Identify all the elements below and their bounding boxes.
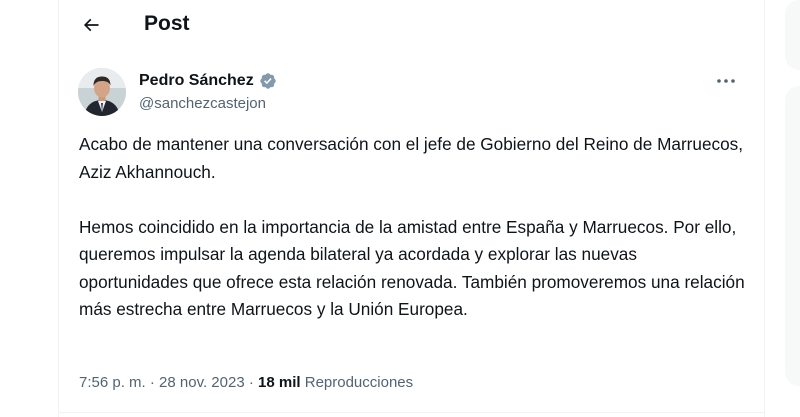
post-paragraph: Hemos coincidido en la importancia de la… xyxy=(79,216,745,320)
post-metadata: 7:56 p. m. · 28 nov. 2023 · 18 mil Repro… xyxy=(79,373,413,393)
author-name[interactable]: Pedro Sánchez xyxy=(139,71,277,91)
post-header: Post xyxy=(59,0,764,50)
post-paragraph: Acabo de mantener una conversación con e… xyxy=(79,134,744,182)
author-handle[interactable]: @sanchezcastejon xyxy=(139,94,266,114)
right-sidebar-card xyxy=(785,0,800,70)
page-title: Post xyxy=(144,12,190,35)
author-name-text: Pedro Sánchez xyxy=(139,72,254,89)
views-count: 18 mil xyxy=(258,374,301,391)
post-time[interactable]: 7:56 p. m. xyxy=(79,374,146,391)
post-detail-column: Post Pedro Sánchez @sanchezcastejon Acab… xyxy=(58,0,765,417)
avatar-photo-icon xyxy=(78,68,126,116)
divider xyxy=(59,412,764,413)
views-label: Reproducciones xyxy=(304,374,414,391)
arrow-left-icon xyxy=(83,18,99,32)
meta-separator: · xyxy=(248,374,254,391)
post-date[interactable]: 28 nov. 2023 xyxy=(159,374,245,391)
meta-separator: · xyxy=(149,374,155,391)
left-gutter xyxy=(0,0,58,417)
more-icon xyxy=(717,79,735,83)
verified-badge-icon xyxy=(260,73,276,89)
post-text: Acabo de mantener una conversación con e… xyxy=(79,131,749,324)
avatar[interactable] xyxy=(78,68,126,116)
right-sidebar-card xyxy=(785,86,800,386)
more-options-button[interactable] xyxy=(713,71,739,91)
back-button[interactable] xyxy=(73,7,109,43)
